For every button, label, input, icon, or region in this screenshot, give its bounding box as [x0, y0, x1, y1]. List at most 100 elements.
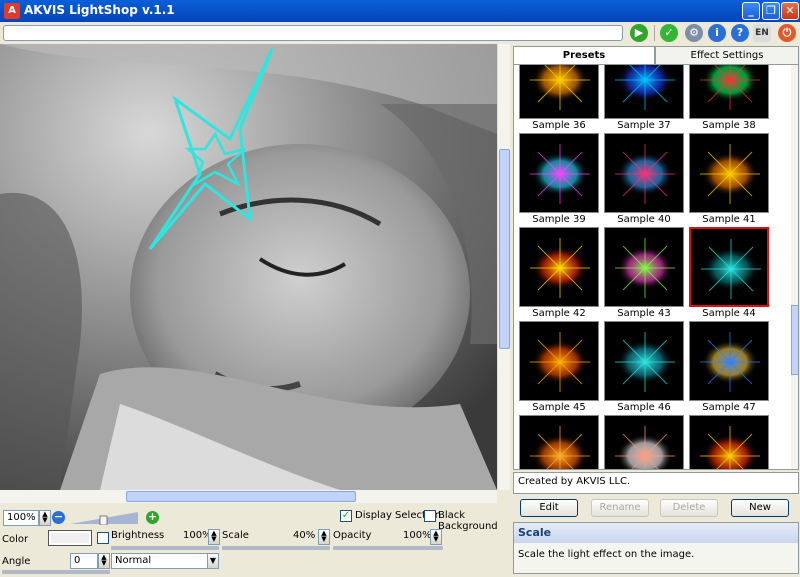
help-title: Scale [514, 523, 798, 543]
language-button[interactable]: EN [753, 24, 771, 42]
preset-label: Sample 40 [617, 214, 671, 225]
angle-spinner[interactable]: ▲ ▼ [98, 553, 110, 569]
zoom-in-button[interactable]: + [146, 511, 159, 524]
preset-label: Sample 41 [702, 214, 756, 225]
preset-item[interactable]: Sample 38 [689, 65, 771, 133]
preset-item[interactable]: Sample 39 [519, 133, 601, 227]
preset-thumbnail [689, 133, 769, 213]
preset-thumbnail [604, 415, 684, 469]
window-title: AKVIS LightShop v.1.1 [24, 3, 175, 17]
preset-thumbnail [519, 321, 599, 401]
angle-slider[interactable] [2, 570, 110, 574]
tab-effect-settings[interactable]: Effect Settings [655, 46, 799, 64]
preset-info: Created by AKVIS LLC. [513, 472, 799, 494]
preset-label: Sample 45 [532, 402, 586, 413]
toolbar: ▶ ✓ ⚙ i ? EN ⏻ [0, 22, 800, 44]
canvas-vertical-scrollbar[interactable] [497, 44, 510, 490]
preset-label: Sample 47 [702, 402, 756, 413]
blend-mode-select[interactable]: Normal [111, 553, 208, 569]
minimize-button[interactable]: _ [742, 2, 760, 20]
preset-item[interactable] [519, 415, 601, 469]
opacity-spinner[interactable]: ▲ ▼ [430, 529, 442, 545]
preset-label: Sample 44 [702, 308, 756, 319]
preset-item[interactable]: Sample 42 [519, 227, 601, 321]
preset-thumbnail [519, 227, 599, 307]
presets-gallery: Sample 36 Sample 37 Sample 38 Sample 39 Samp… [513, 64, 799, 470]
preset-item[interactable]: Sample 43 [604, 227, 686, 321]
preset-item[interactable]: Sample 37 [604, 65, 686, 133]
angle-value[interactable]: 0 [70, 553, 98, 569]
preset-item[interactable]: Sample 44 [689, 227, 771, 321]
zoom-out-button[interactable]: − [52, 511, 65, 524]
angle-label: Angle [2, 556, 31, 567]
opacity-slider[interactable] [333, 546, 443, 550]
preset-item[interactable]: Sample 41 [689, 133, 771, 227]
scrollbar-thumb[interactable] [126, 491, 356, 502]
brightness-slider[interactable] [111, 546, 219, 550]
apply-icon[interactable]: ✓ [660, 24, 678, 42]
new-button[interactable]: New [731, 499, 789, 517]
preset-thumbnail [519, 65, 599, 119]
chevron-down-icon[interactable]: ▼ [207, 553, 219, 569]
title-bar: A AKVIS LightShop v.1.1 _ ❐ ✕ [0, 0, 800, 22]
opacity-label: Opacity [333, 530, 372, 541]
info-icon[interactable]: i [708, 24, 726, 42]
bottom-controls: 100% ▲ ▼ − + ✓ Display Selection Black Ba… [0, 503, 510, 577]
help-box: Scale Scale the light effect on the imag… [513, 522, 799, 574]
play-icon[interactable]: ▶ [630, 24, 648, 42]
preset-label: Sample 37 [617, 120, 671, 131]
preset-label: Sample 46 [617, 402, 671, 413]
close-button[interactable]: ✕ [781, 2, 799, 20]
preset-label: Sample 36 [532, 120, 586, 131]
preset-thumbnail [519, 415, 599, 469]
tab-presets[interactable]: Presets [513, 46, 655, 64]
brightness-value[interactable]: 100% [180, 529, 212, 545]
black-background-checkbox[interactable] [424, 510, 436, 522]
scale-spinner[interactable]: ▲ ▼ [318, 529, 330, 545]
zoom-slider[interactable] [70, 511, 140, 525]
preset-item[interactable]: Sample 36 [519, 65, 601, 133]
preset-item[interactable] [604, 415, 686, 469]
delete-button[interactable]: Delete [660, 499, 718, 517]
preset-item[interactable]: Sample 46 [604, 321, 686, 415]
preset-thumbnail [604, 321, 684, 401]
rename-button[interactable]: Rename [591, 499, 649, 517]
gallery-scrollbar[interactable] [791, 65, 798, 469]
edit-button[interactable]: Edit [520, 499, 578, 517]
color-swatch[interactable] [48, 530, 92, 546]
path-field[interactable] [3, 25, 623, 41]
preset-thumbnail [604, 133, 684, 213]
display-selection-checkbox[interactable]: ✓ [340, 510, 352, 522]
scale-value[interactable]: 40% [290, 529, 318, 545]
color-label: Color [2, 534, 29, 545]
scale-label: Scale [222, 530, 249, 541]
preset-thumbnail [689, 65, 769, 119]
image-canvas[interactable] [0, 44, 497, 490]
help-icon[interactable]: ? [731, 24, 749, 42]
power-icon[interactable]: ⏻ [778, 24, 796, 42]
brightness-label: Brightness [111, 530, 165, 541]
preset-item[interactable]: Sample 47 [689, 321, 771, 415]
toolbar-separator [654, 25, 655, 41]
zoom-field[interactable]: 100% [3, 510, 39, 526]
right-panel: Presets Effect Settings Sample 36 Sample … [510, 44, 800, 577]
canvas-horizontal-scrollbar[interactable] [0, 490, 497, 503]
preset-thumbnail [689, 321, 769, 401]
preset-label: Sample 38 [702, 120, 756, 131]
preset-item[interactable] [689, 415, 771, 469]
maximize-button[interactable]: ❐ [762, 2, 780, 20]
scale-slider[interactable] [222, 546, 330, 550]
preset-thumbnail [604, 65, 684, 119]
color-checkbox[interactable] [97, 532, 109, 544]
preset-thumbnail [604, 227, 684, 307]
preset-item[interactable]: Sample 40 [604, 133, 686, 227]
scrollbar-thumb[interactable] [791, 305, 798, 375]
settings-icon[interactable]: ⚙ [685, 24, 703, 42]
opacity-value[interactable]: 100% [400, 529, 432, 545]
preset-item[interactable]: Sample 45 [519, 321, 601, 415]
zoom-spinner[interactable]: ▲ ▼ [39, 510, 51, 526]
black-background-label: Black Background [438, 510, 498, 532]
preset-label: Sample 43 [617, 308, 671, 319]
scrollbar-thumb[interactable] [499, 149, 510, 349]
brightness-spinner[interactable]: ▲ ▼ [208, 529, 220, 545]
